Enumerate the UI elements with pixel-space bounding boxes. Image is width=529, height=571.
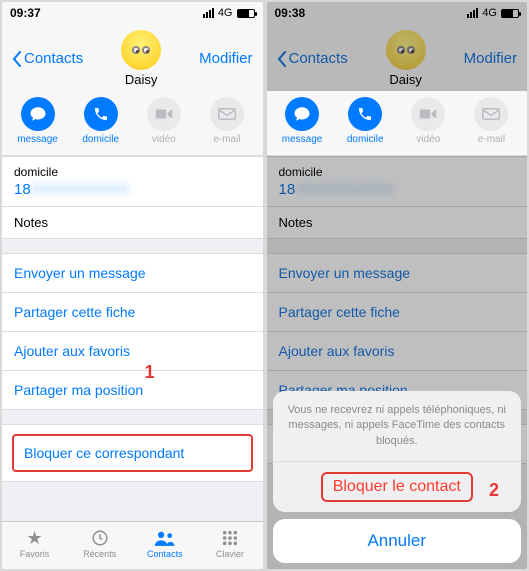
chevron-left-icon [277, 51, 287, 67]
battery-icon [237, 9, 255, 18]
contact-name: Daisy [121, 72, 161, 87]
phone-field[interactable]: domicile 18XXXXXXXXX [2, 156, 263, 207]
tab-recents[interactable]: Récents [67, 522, 132, 569]
add-favorite-link[interactable]: Ajouter aux favoris [267, 332, 528, 371]
video-label: vidéo [399, 134, 457, 145]
tab-contacts[interactable]: Contacts [132, 522, 197, 569]
tab-label: Favoris [2, 549, 67, 559]
tab-favorites[interactable]: ★ Favoris [2, 522, 67, 569]
notes-field[interactable]: Notes [2, 207, 263, 239]
share-card-link[interactable]: Partager cette fiche [2, 293, 263, 332]
chevron-left-icon [12, 51, 22, 67]
message-label: message [9, 134, 67, 145]
add-favorite-link[interactable]: Ajouter aux favoris [2, 332, 263, 371]
call-label: domicile [72, 134, 130, 145]
phone-icon [357, 106, 373, 122]
status-time: 09:38 [275, 6, 306, 20]
video-label: vidéo [135, 134, 193, 145]
tab-label: Clavier [197, 549, 262, 559]
call-label: domicile [336, 134, 394, 145]
sheet-info-text: Vous ne recevrez ni appels téléphoniques… [273, 391, 522, 462]
battery-icon [501, 9, 519, 18]
avatar [121, 30, 161, 70]
phone-icon [93, 106, 109, 122]
tab-label: Récents [67, 549, 132, 559]
back-label: Contacts [24, 50, 83, 67]
call-button[interactable]: domicile [72, 97, 130, 145]
tab-keypad[interactable]: Clavier [197, 522, 262, 569]
message-icon [293, 105, 311, 123]
signal-icon [203, 8, 214, 18]
tab-bar: ★ Favoris Récents Contacts Clavier [2, 521, 263, 569]
sheet-block-button[interactable]: Bloquer le contact [273, 462, 522, 512]
send-message-link[interactable]: Envoyer un message [267, 253, 528, 293]
back-label: Contacts [289, 50, 348, 67]
video-icon [419, 108, 437, 120]
nav-bar: Contacts Daisy Modifier [267, 24, 528, 91]
phone-label: domicile [279, 165, 516, 179]
status-time: 09:37 [10, 6, 41, 20]
phone-value: 18XXXXXXXXX [14, 181, 251, 198]
nav-bar: Contacts Daisy Modifier [2, 24, 263, 91]
tab-label: Contacts [132, 549, 197, 559]
status-bar: 09:38 4G [267, 2, 528, 24]
email-button: e-mail [198, 97, 256, 145]
call-button[interactable]: domicile [336, 97, 394, 145]
share-location-link[interactable]: Partager ma position [2, 371, 263, 410]
email-label: e-mail [462, 134, 520, 145]
message-button[interactable]: message [9, 97, 67, 145]
back-button[interactable]: Contacts [277, 50, 348, 67]
notes-field[interactable]: Notes [267, 207, 528, 239]
action-sheet: Vous ne recevrez ni appels téléphoniques… [267, 385, 528, 569]
video-button: vidéo [135, 97, 193, 145]
video-icon [155, 108, 173, 120]
contact-name: Daisy [386, 72, 426, 87]
keypad-icon [197, 527, 262, 549]
phone-field[interactable]: domicile 18XXXXXXXXX [267, 156, 528, 207]
share-card-link[interactable]: Partager cette fiche [267, 293, 528, 332]
status-bar: 09:37 4G [2, 2, 263, 24]
avatar [386, 30, 426, 70]
send-message-link[interactable]: Envoyer un message [2, 253, 263, 293]
clock-icon [67, 527, 132, 549]
phone-label: domicile [14, 165, 251, 179]
highlight-1: Bloquer ce correspondant [12, 434, 253, 472]
callout-2: 2 [489, 480, 499, 501]
back-button[interactable]: Contacts [12, 50, 83, 67]
contacts-icon [132, 527, 197, 549]
email-icon [482, 108, 500, 120]
phone-left: 09:37 4G Contacts Daisy Modifier message… [2, 2, 263, 569]
phone-value: 18XXXXXXXXX [279, 181, 516, 198]
edit-button[interactable]: Modifier [199, 50, 252, 67]
message-button[interactable]: message [273, 97, 331, 145]
email-label: e-mail [198, 134, 256, 145]
email-button: e-mail [462, 97, 520, 145]
action-row: message domicile vidéo e-mail [267, 91, 528, 156]
email-icon [218, 108, 236, 120]
callout-1: 1 [144, 362, 154, 383]
video-button: vidéo [399, 97, 457, 145]
highlight-2: Bloquer le contact [321, 472, 473, 502]
message-label: message [273, 134, 331, 145]
sheet-cancel-button[interactable]: Annuler [273, 519, 522, 563]
star-icon: ★ [2, 527, 67, 549]
carrier-label: 4G [482, 7, 497, 19]
content: domicile 18XXXXXXXXX Notes Envoyer un me… [2, 156, 263, 521]
carrier-label: 4G [218, 7, 233, 19]
block-contact-link[interactable]: Bloquer ce correspondant [2, 424, 263, 482]
message-icon [29, 105, 47, 123]
edit-button[interactable]: Modifier [464, 50, 517, 67]
phone-right: 09:38 4G Contacts Daisy Modifier message… [267, 2, 528, 569]
signal-icon [467, 8, 478, 18]
action-row: message domicile vidéo e-mail [2, 91, 263, 156]
